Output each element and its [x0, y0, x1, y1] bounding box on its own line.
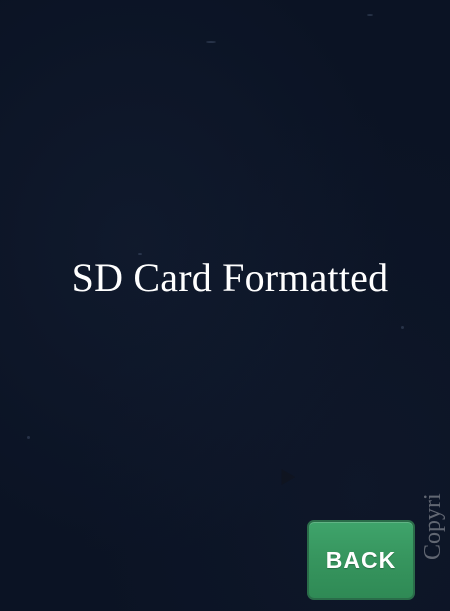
background-speck	[367, 14, 373, 16]
back-button[interactable]: BACK	[307, 520, 415, 600]
back-button-label: BACK	[325, 546, 397, 573]
pointer-cursor-icon	[274, 464, 296, 486]
status-message: SD Card Formatted	[71, 255, 389, 300]
copyright-watermark: Copyri	[420, 493, 446, 560]
background-speck	[27, 436, 30, 439]
screen: SD Card Formatted BACK Copyri	[0, 0, 450, 611]
background-speck	[206, 41, 216, 43]
background-speck	[401, 326, 404, 329]
